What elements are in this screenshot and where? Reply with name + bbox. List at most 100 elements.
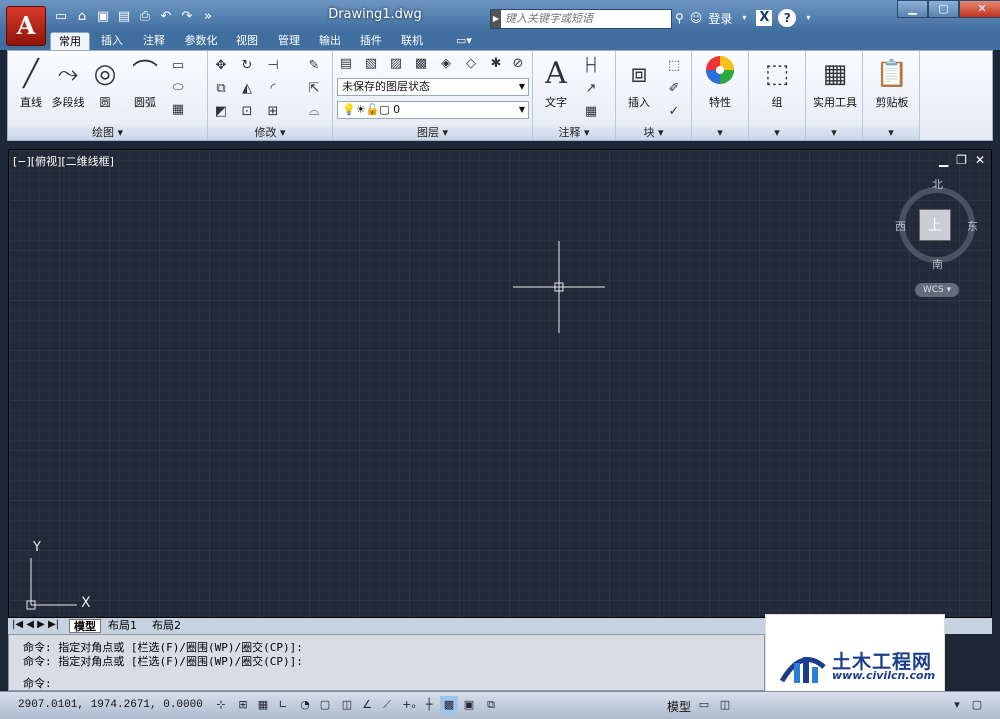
- draw-panel-title[interactable]: 绘图 ▾: [8, 125, 207, 140]
- chevron-down-icon[interactable]: ▾: [802, 11, 814, 25]
- text-button[interactable]: A 文字: [536, 54, 576, 110]
- circle-button[interactable]: ◎ 圆: [84, 54, 126, 110]
- rectangle-icon[interactable]: ▭: [168, 55, 188, 75]
- layer-state-icon[interactable]: ▧: [361, 53, 381, 73]
- quick-view-layouts-icon[interactable]: ▭: [695, 696, 713, 714]
- model-space-button[interactable]: 模型: [667, 698, 691, 715]
- layer-freeze-icon[interactable]: ✱: [486, 53, 506, 73]
- stretch-icon[interactable]: ◩: [211, 101, 231, 121]
- 3d-osnap-icon[interactable]: ◫: [338, 696, 356, 714]
- restore-icon[interactable]: ❐: [956, 153, 967, 167]
- undo-icon[interactable]: ↶: [157, 8, 175, 26]
- layer-unisolate-icon[interactable]: ◇: [461, 53, 481, 73]
- tab-layout1[interactable]: 布局1: [104, 619, 141, 633]
- group-button[interactable]: ⬚ 组: [756, 54, 798, 110]
- application-menu-button[interactable]: A: [6, 6, 46, 46]
- clipboard-button[interactable]: 📋 剪贴板: [867, 54, 917, 110]
- quick-properties-icon[interactable]: ▣: [460, 696, 478, 714]
- search-input[interactable]: [505, 13, 670, 25]
- trim-icon[interactable]: ⊣: [263, 55, 283, 75]
- scale-icon[interactable]: ⊡: [237, 101, 257, 121]
- selection-cycling-icon[interactable]: ⧉: [482, 696, 500, 714]
- transparency-icon[interactable]: ▩: [440, 696, 458, 714]
- move-icon[interactable]: ✥: [211, 55, 231, 75]
- erase-icon[interactable]: ✎: [304, 55, 324, 75]
- block-panel-title[interactable]: 块 ▾: [616, 125, 691, 140]
- compass-south[interactable]: 南: [932, 256, 943, 272]
- maximize-button[interactable]: ▢: [928, 0, 959, 18]
- command-prompt[interactable]: 命令:: [23, 675, 52, 691]
- line-button[interactable]: ╱ 直线: [10, 54, 52, 110]
- layer-previous-icon[interactable]: ▩: [411, 53, 431, 73]
- clipboard-panel-title[interactable]: ▾: [863, 125, 919, 140]
- minimize-icon[interactable]: ▁: [939, 153, 948, 167]
- ducs-icon[interactable]: ⟋: [378, 696, 396, 714]
- compass-west[interactable]: 西: [895, 218, 906, 234]
- edit-block-icon[interactable]: ✐: [664, 78, 684, 98]
- tab-model[interactable]: 模型: [69, 619, 101, 633]
- viewport-controls-label[interactable]: [−][俯视][二维线框]: [13, 153, 114, 169]
- wcs-menu[interactable]: WCS ▾: [915, 283, 959, 297]
- layer-state-dropdown[interactable]: 未保存的图层状态 ▼: [337, 78, 529, 96]
- layer-properties-icon[interactable]: ▤: [336, 53, 356, 73]
- edit-attribute-icon[interactable]: ✓: [664, 101, 684, 121]
- layers-panel-title[interactable]: 图层 ▾: [333, 125, 532, 140]
- tab-parametric[interactable]: 参数化: [178, 32, 224, 50]
- properties-button[interactable]: 特性: [699, 54, 741, 110]
- osnap-icon[interactable]: ▢: [316, 696, 334, 714]
- lineweight-icon[interactable]: ┼: [420, 696, 438, 714]
- group-panel-title[interactable]: ▾: [749, 125, 805, 140]
- infer-constraints-icon[interactable]: ⊹: [212, 696, 230, 714]
- copy-icon[interactable]: ⧉: [211, 78, 231, 98]
- status-menu-icon[interactable]: ▾: [948, 696, 966, 714]
- arc-button[interactable]: ⌒ 圆弧: [124, 54, 166, 110]
- modify-panel-title[interactable]: 修改 ▾: [208, 125, 332, 140]
- dyn-icon[interactable]: +ₒ: [400, 696, 418, 714]
- table-icon[interactable]: ▦: [581, 101, 601, 121]
- layer-isolate-icon[interactable]: ◈: [436, 53, 456, 73]
- drawing-viewport[interactable]: [−][俯视][二维线框] ▁ ❐ ✕ 北 南 东 西 上 WCS ▾ Y X: [8, 149, 992, 618]
- tab-view[interactable]: 视图: [230, 32, 264, 50]
- hatch-icon[interactable]: ▦: [168, 99, 188, 119]
- search-expand-icon[interactable]: ▶: [491, 10, 501, 28]
- quick-view-drawings-icon[interactable]: ◫: [716, 696, 734, 714]
- saveas-icon[interactable]: ▤: [115, 8, 133, 26]
- polar-icon[interactable]: ◔: [296, 696, 314, 714]
- properties-panel-title[interactable]: ▾: [692, 125, 748, 140]
- tab-annotate[interactable]: 注释: [137, 32, 171, 50]
- user-icon[interactable]: ☺: [690, 11, 703, 25]
- print-icon[interactable]: ⎙: [136, 8, 154, 26]
- layer-off-icon[interactable]: ⊘: [508, 53, 528, 73]
- more-icon[interactable]: »: [199, 8, 217, 26]
- mirror-icon[interactable]: ◭: [237, 78, 257, 98]
- cube-top-face[interactable]: 上: [919, 209, 951, 241]
- coordinate-readout[interactable]: 2907.0101, 1974.2671, 0.0000: [18, 699, 203, 711]
- exchange-icon[interactable]: X: [756, 10, 773, 26]
- open-icon[interactable]: ⌂: [73, 8, 91, 26]
- insert-button[interactable]: ⧈ 插入: [619, 54, 659, 110]
- rotate-icon[interactable]: ↻: [237, 55, 257, 75]
- utilities-panel-title[interactable]: ▾: [806, 125, 862, 140]
- tab-output[interactable]: 输出: [313, 32, 347, 50]
- snap-icon[interactable]: ⊞: [234, 696, 252, 714]
- otrack-icon[interactable]: ∠: [358, 696, 376, 714]
- tab-home[interactable]: 常用: [50, 32, 90, 50]
- compass-east[interactable]: 东: [967, 218, 978, 234]
- login-button[interactable]: 登录: [708, 10, 732, 27]
- layer-match-icon[interactable]: ▨: [386, 53, 406, 73]
- annotation-panel-title[interactable]: 注释 ▾: [533, 125, 615, 140]
- fillet-icon[interactable]: ◜: [263, 78, 283, 98]
- close-button[interactable]: ✕: [959, 0, 1000, 18]
- utilities-button[interactable]: ▦ 实用工具: [808, 54, 862, 110]
- tab-plugins[interactable]: 插件: [354, 32, 388, 50]
- clean-screen-icon[interactable]: ▢: [968, 696, 986, 714]
- chevron-down-icon[interactable]: ▾: [738, 11, 750, 25]
- grid-icon[interactable]: ▦: [254, 696, 272, 714]
- tab-insert[interactable]: 插入: [95, 32, 129, 50]
- tab-layout2[interactable]: 布局2: [148, 619, 185, 633]
- help-icon[interactable]: ?: [778, 9, 797, 27]
- layer-dropdown[interactable]: 💡☀🔓▢ 0 ▼: [337, 101, 529, 119]
- tab-online[interactable]: 联机: [395, 32, 429, 50]
- array-icon[interactable]: ⊞: [263, 101, 283, 121]
- polyline-button[interactable]: ⤳ 多段线: [47, 54, 89, 110]
